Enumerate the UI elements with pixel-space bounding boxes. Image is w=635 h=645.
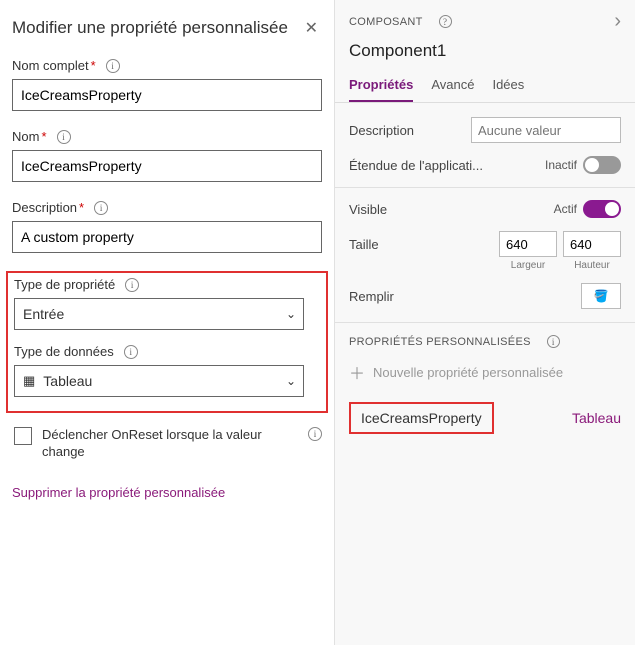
data-type-select[interactable]: ▦ Tableau — [14, 365, 304, 397]
data-type-value: Tableau — [43, 373, 92, 389]
prop-description-input[interactable] — [471, 117, 621, 143]
full-name-label: Nom complet — [12, 58, 89, 73]
name-label: Nom — [12, 129, 39, 144]
info-icon[interactable]: i — [57, 130, 71, 144]
required-marker: * — [41, 129, 46, 144]
component-name: Component1 — [335, 41, 635, 71]
info-icon[interactable]: i — [547, 335, 560, 348]
width-input[interactable] — [499, 231, 557, 257]
chevron-right-icon[interactable]: › — [614, 10, 621, 33]
paint-bucket-icon: 🪣 — [594, 289, 609, 303]
full-name-input[interactable] — [12, 79, 322, 111]
prop-type-label: Type de propriété — [14, 277, 115, 292]
tab-properties[interactable]: Propriétés — [349, 71, 413, 102]
prop-type-value: Entrée — [23, 306, 64, 322]
tab-ideas[interactable]: Idées — [492, 71, 524, 102]
info-icon[interactable]: i — [308, 427, 322, 441]
height-sublabel: Hauteur — [563, 260, 621, 271]
info-icon[interactable]: i — [106, 59, 120, 73]
close-icon[interactable]: ✕ — [301, 16, 322, 40]
info-icon[interactable]: i — [124, 345, 138, 359]
prop-type-select[interactable]: Entrée — [14, 298, 304, 330]
active-label: Actif — [554, 202, 577, 216]
size-label: Taille — [349, 237, 379, 252]
custom-props-section-title: PROPRIÉTÉS PERSONNALISÉES — [349, 336, 531, 348]
info-icon[interactable]: i — [94, 201, 108, 215]
inactive-label: Inactif — [545, 158, 577, 172]
visible-toggle[interactable] — [583, 200, 621, 218]
delete-property-link[interactable]: Supprimer la propriété personnalisée — [12, 485, 322, 500]
component-section-label: COMPOSANT — [349, 16, 423, 28]
fill-color-picker[interactable]: 🪣 — [581, 283, 621, 309]
app-scope-toggle[interactable] — [583, 156, 621, 174]
add-custom-property-label: Nouvelle propriété personnalisée — [373, 365, 563, 380]
fill-label: Remplir — [349, 289, 394, 304]
required-marker: * — [91, 58, 96, 73]
info-icon[interactable]: i — [125, 278, 139, 292]
data-type-label: Type de données — [14, 344, 114, 359]
required-marker: * — [79, 200, 84, 215]
highlighted-section: Type de propriété i Entrée ⌄ Type de don… — [6, 271, 328, 413]
add-custom-property-button[interactable]: ＋ Nouvelle propriété personnalisée — [349, 360, 621, 384]
custom-property-row[interactable]: IceCreamsProperty Tableau — [349, 402, 621, 434]
info-icon[interactable]: ? — [439, 15, 452, 28]
custom-property-name: IceCreamsProperty — [349, 402, 494, 434]
custom-property-type: Tableau — [572, 410, 621, 426]
onreset-checkbox[interactable] — [14, 427, 32, 445]
app-scope-label: Étendue de l'applicati... — [349, 158, 483, 173]
description-input[interactable] — [12, 221, 322, 253]
description-label: Description — [12, 200, 77, 215]
panel-title: Modifier une propriété personnalisée — [12, 18, 288, 38]
onreset-label: Déclencher OnReset lorsque la valeur cha… — [42, 427, 288, 461]
prop-description-label: Description — [349, 123, 414, 138]
plus-icon: ＋ — [349, 360, 365, 384]
name-input[interactable] — [12, 150, 322, 182]
visible-label: Visible — [349, 202, 387, 217]
tab-advanced[interactable]: Avancé — [431, 71, 474, 102]
width-sublabel: Largeur — [499, 260, 557, 271]
height-input[interactable] — [563, 231, 621, 257]
table-icon: ▦ — [23, 373, 35, 389]
